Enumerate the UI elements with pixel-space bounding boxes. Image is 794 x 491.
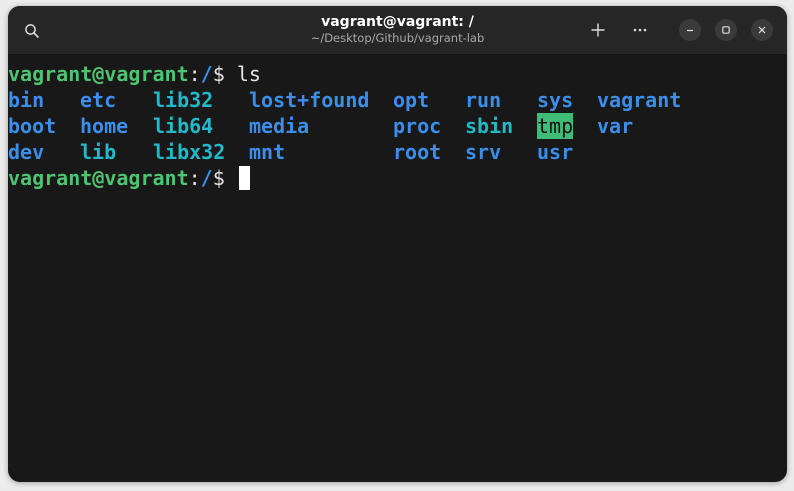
- window-subtitle: ~/Desktop/Github/vagrant-lab: [310, 31, 485, 45]
- titlebar: vagrant@vagrant: / ~/Desktop/Github/vagr…: [8, 6, 787, 55]
- search-button[interactable]: [21, 20, 43, 42]
- prompt-dollar: $: [212, 62, 237, 86]
- dir-entry: opt: [393, 88, 430, 112]
- symlink-entry: sbin: [465, 114, 514, 138]
- prompt-line: vagrant@vagrant:/$: [8, 165, 250, 191]
- terminal-window: vagrant@vagrant: / ~/Desktop/Github/vagr…: [8, 6, 787, 482]
- dir-entry: var: [597, 114, 634, 138]
- prompt-dollar: $: [212, 166, 237, 190]
- text-cursor: [238, 166, 250, 190]
- maximize-icon: [722, 26, 730, 34]
- dir-entry: boot: [8, 114, 57, 138]
- dir-entry: vagrant: [597, 88, 682, 112]
- dir-entry: srv: [465, 140, 502, 164]
- maximize-button[interactable]: [715, 19, 737, 41]
- prompt-path: /: [200, 62, 213, 86]
- prompt-line: vagrant@vagrant:/$ ls: [8, 61, 261, 87]
- search-icon: [25, 24, 39, 38]
- prompt-path: /: [200, 166, 213, 190]
- ellipsis-icon: [633, 28, 647, 32]
- new-tab-button[interactable]: [587, 19, 609, 41]
- prompt-user: vagrant@vagrant: [8, 62, 189, 86]
- close-icon: [758, 26, 766, 34]
- minimize-icon: [687, 29, 693, 32]
- dir-entry: media: [249, 114, 310, 138]
- symlink-entry: libx32: [153, 140, 226, 164]
- prompt-user: vagrant@vagrant: [8, 166, 189, 190]
- dir-entry: lost+found: [249, 88, 370, 112]
- dir-entry: bin: [8, 88, 45, 112]
- minimize-button[interactable]: [679, 19, 701, 41]
- symlink-entry: lib64: [153, 114, 214, 138]
- dir-entry: run: [465, 88, 502, 112]
- prompt-colon: :: [188, 62, 201, 86]
- dir-entry: proc: [393, 114, 442, 138]
- terminal-output[interactable]: vagrant@vagrant:/$ ls bin etc lib32 lost…: [8, 55, 787, 482]
- dir-entry: sys: [537, 88, 574, 112]
- command-text: ls: [236, 62, 261, 86]
- symlink-entry: lib: [80, 140, 117, 164]
- dir-entry: root: [393, 140, 442, 164]
- menu-button[interactable]: [628, 19, 652, 41]
- dir-entry: dev: [8, 140, 45, 164]
- dir-entry: mnt: [249, 140, 286, 164]
- close-button[interactable]: [751, 19, 773, 41]
- dir-entry: home: [80, 114, 129, 138]
- dir-entry: etc: [80, 88, 117, 112]
- plus-icon: [591, 23, 605, 37]
- window-title: vagrant@vagrant: /: [321, 14, 474, 30]
- symlink-entry: lib32: [153, 88, 214, 112]
- prompt-colon: :: [188, 166, 201, 190]
- dir-entry: usr: [537, 140, 574, 164]
- sticky-dir-entry: tmp: [537, 113, 574, 139]
